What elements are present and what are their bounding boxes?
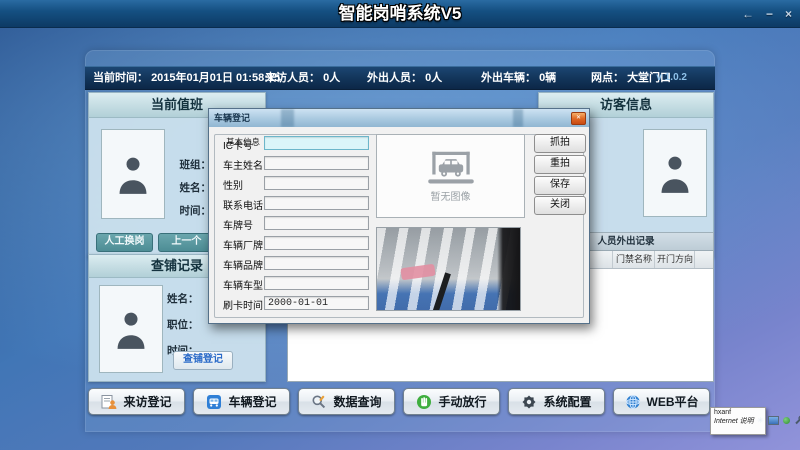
field-row-vehicle-maker: 车辆厂牌 (223, 236, 263, 250)
tooltip-line1: hxanf (714, 409, 762, 416)
field-row-vehicle-model: 车辆车型 (223, 276, 263, 290)
system-tray: ✳ (757, 415, 800, 425)
tooltip-line2: Internet 说明 (714, 416, 762, 426)
web-platform-icon (625, 394, 641, 410)
column-extra (694, 251, 713, 268)
system-config-icon (521, 394, 537, 410)
camera-scene-object (400, 264, 435, 281)
visitor-register-icon (101, 394, 117, 410)
vehicle-register-icon (206, 394, 222, 410)
swipe-time-input[interactable] (264, 296, 369, 310)
manual-shift-button[interactable]: 人工换岗 (96, 233, 153, 252)
capture-button[interactable]: 抓拍 (534, 134, 586, 153)
field-row-gender: 性别 (223, 176, 243, 190)
status-out-vehicle-count: 外出车辆： 0辆 (481, 67, 556, 89)
field-row-owner-name: 车主姓名 (223, 156, 263, 170)
save-button[interactable]: 保存 (534, 176, 586, 195)
car-scan-icon (425, 150, 477, 186)
patrol-register-button[interactable]: 查铺登记 (173, 351, 233, 370)
data-query-button[interactable]: 数据查询 (298, 388, 395, 415)
field-row-plate-number: 车牌号 (223, 216, 253, 230)
field-row-swipe-time: 刷卡时间 (223, 296, 263, 310)
cursor-star-icon[interactable]: ✳ (757, 416, 764, 425)
retake-button[interactable]: 重拍 (534, 155, 586, 174)
field-row-vehicle-brand: 车辆品牌 (223, 256, 263, 270)
status-dot-icon[interactable] (783, 417, 790, 424)
visitor-avatar (643, 129, 707, 217)
person-icon (114, 307, 148, 351)
main-titlebar: 智能岗哨系统V5 ← − × (0, 0, 800, 28)
status-out-person-count: 外出人员： 0人 (367, 67, 442, 89)
window-controls: ← − × (742, 0, 792, 27)
duty-team-label: 班组： (143, 157, 211, 172)
version-label: v 1.0.2 (656, 67, 687, 89)
status-visitor-count: 来访人员： 0人 (265, 67, 340, 89)
vehicle-register-button[interactable]: 车辆登记 (193, 388, 290, 415)
previous-button[interactable]: 上一个 (158, 233, 215, 252)
phone-input[interactable] (264, 196, 369, 210)
titlebar-glass-streak (513, 109, 523, 127)
manual-release-button[interactable]: 手动放行 (403, 388, 500, 415)
status-current-time: 当前时间： 2015年01月01日 01:58:15 (93, 67, 280, 89)
vehicle-maker-input[interactable] (264, 236, 369, 250)
dialog-body: 基本信息 IC卡号 车主姓名 性别 联系电话 车牌号 车辆厂牌 车辆品牌 车辆车… (209, 127, 589, 323)
patrol-name-label: 姓名： (167, 291, 199, 306)
patrol-position-label: 职位： (167, 317, 199, 332)
status-bar: 当前时间： 2015年01月01日 01:58:15 来访人员： 0人 外出人员… (85, 66, 715, 90)
vehicle-register-dialog: 车辆登记 ✕ 基本信息 IC卡号 车主姓名 性别 联系电话 车牌号 车辆厂牌 车… (208, 108, 590, 324)
ic-card-input[interactable] (264, 136, 369, 150)
wrench-icon[interactable] (794, 415, 800, 425)
gender-input[interactable] (264, 176, 369, 190)
field-row-ic-card: IC卡号 (223, 136, 253, 150)
duty-time-label: 时间： (143, 203, 211, 218)
manual-release-icon (416, 394, 432, 410)
vehicle-brand-input[interactable] (264, 256, 369, 270)
field-row-phone: 联系电话 (223, 196, 263, 210)
no-image-panel: 暂无图像 (376, 134, 525, 218)
back-icon[interactable]: ← (742, 7, 754, 21)
web-platform-button[interactable]: WEB平台 (613, 388, 710, 415)
visitor-register-button[interactable]: 来访登记 (88, 388, 185, 415)
app-title: 智能岗哨系统V5 (0, 0, 800, 27)
camera-preview (376, 227, 521, 311)
duty-fields: 班组： 姓名： 时间： (143, 157, 211, 226)
screen: 智能岗哨系统V5 ← − × 当前时间： 2015年01月01日 01:58:1… (0, 0, 800, 450)
close-icon[interactable]: × (785, 7, 792, 21)
data-query-icon (311, 394, 327, 410)
system-config-button[interactable]: 系统配置 (508, 388, 605, 415)
owner-name-input[interactable] (264, 156, 369, 170)
close-button[interactable]: 关闭 (534, 196, 586, 215)
vehicle-model-input[interactable] (264, 276, 369, 290)
monitor-icon[interactable] (768, 416, 779, 425)
minimize-icon[interactable]: − (766, 7, 773, 21)
plate-number-input[interactable] (264, 216, 369, 230)
column-door-direction: 开门方向 (654, 251, 695, 268)
column-door-name: 门禁名称 (612, 251, 655, 268)
titlebar-glass-streak (281, 109, 294, 127)
no-image-text: 暂无图像 (431, 188, 471, 203)
patrol-avatar (99, 285, 163, 373)
duty-name-label: 姓名： (143, 180, 211, 195)
camera-scene-object (429, 272, 451, 311)
person-icon (658, 151, 692, 195)
dialog-title: 车辆登记 (214, 109, 250, 127)
dialog-close-icon[interactable]: ✕ (571, 112, 586, 125)
dialog-titlebar[interactable]: 车辆登记 ✕ (209, 109, 589, 128)
